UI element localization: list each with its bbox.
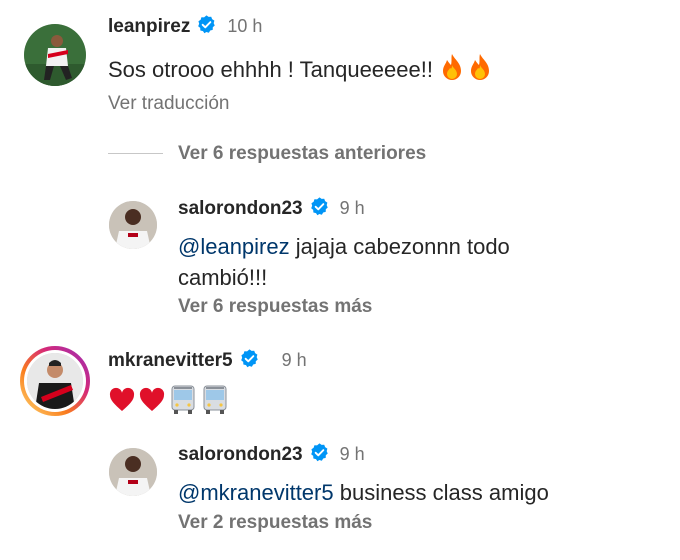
heart-emoji-icon bbox=[138, 387, 166, 418]
reply-header: salorondon23 9 h bbox=[178, 442, 365, 466]
comment-body: Sos otrooo ehhhh ! Tanqueeeee!! bbox=[108, 56, 433, 82]
reply-body: business class amigo bbox=[333, 480, 549, 505]
reply-body-line2: cambió!!! bbox=[178, 265, 268, 290]
verified-badge-icon bbox=[240, 349, 258, 368]
reply-text: @mkranevitter5 business class amigo bbox=[178, 477, 549, 508]
fire-emoji-icon bbox=[467, 53, 493, 89]
comment-header: mkranevitter5 9 h bbox=[108, 348, 307, 372]
mention-link[interactable]: @mkranevitter5 bbox=[178, 480, 334, 505]
see-translation-link[interactable]: Ver traducción bbox=[108, 93, 229, 115]
heart-emoji-icon bbox=[108, 387, 136, 418]
verified-badge-icon bbox=[310, 197, 328, 216]
comment-text: Sos otrooo ehhhh ! Tanqueeeee!! bbox=[108, 53, 495, 89]
comment-time: 10 h bbox=[227, 16, 263, 36]
reply-time: 9 h bbox=[339, 444, 365, 464]
reply-time: 9 h bbox=[339, 198, 365, 218]
player-photo-icon bbox=[109, 448, 157, 496]
view-more-replies-link[interactable]: Ver 6 respuestas más bbox=[178, 296, 372, 318]
reply-text: @leanpirez jajaja cabezonnn todo cambió!… bbox=[178, 231, 510, 293]
bus-emoji-icon bbox=[202, 385, 228, 420]
player-photo-icon bbox=[109, 201, 157, 249]
username[interactable]: salorondon23 bbox=[178, 198, 303, 219]
username[interactable]: salorondon23 bbox=[178, 444, 303, 465]
username[interactable]: mkranevitter5 bbox=[108, 350, 233, 371]
mention-link[interactable]: @leanpirez bbox=[178, 234, 290, 259]
avatar-mkranevitter5[interactable] bbox=[27, 353, 83, 409]
comment-header: leanpirez 10 h bbox=[108, 14, 262, 38]
verified-badge-icon bbox=[198, 15, 216, 34]
username[interactable]: leanpirez bbox=[108, 16, 190, 37]
comment-time: 9 h bbox=[281, 350, 307, 370]
player-photo-icon bbox=[24, 24, 86, 86]
replies-divider bbox=[108, 153, 163, 154]
verified-badge-icon bbox=[310, 443, 328, 462]
fire-emoji-icon bbox=[439, 53, 465, 89]
view-more-replies-link[interactable]: Ver 2 respuestas más bbox=[178, 512, 372, 534]
view-previous-replies-link[interactable]: Ver 6 respuestas anteriores bbox=[178, 143, 426, 165]
bus-emoji-icon bbox=[170, 385, 196, 420]
avatar-salorondon23[interactable] bbox=[109, 448, 157, 496]
avatar-salorondon23[interactable] bbox=[109, 201, 157, 249]
reply-header: salorondon23 9 h bbox=[178, 196, 365, 220]
comment-emoji-text bbox=[108, 385, 230, 420]
avatar-leanpirez[interactable] bbox=[24, 24, 86, 86]
reply-body-line1: jajaja cabezonnn todo bbox=[289, 234, 510, 259]
player-photo-icon bbox=[27, 353, 83, 409]
